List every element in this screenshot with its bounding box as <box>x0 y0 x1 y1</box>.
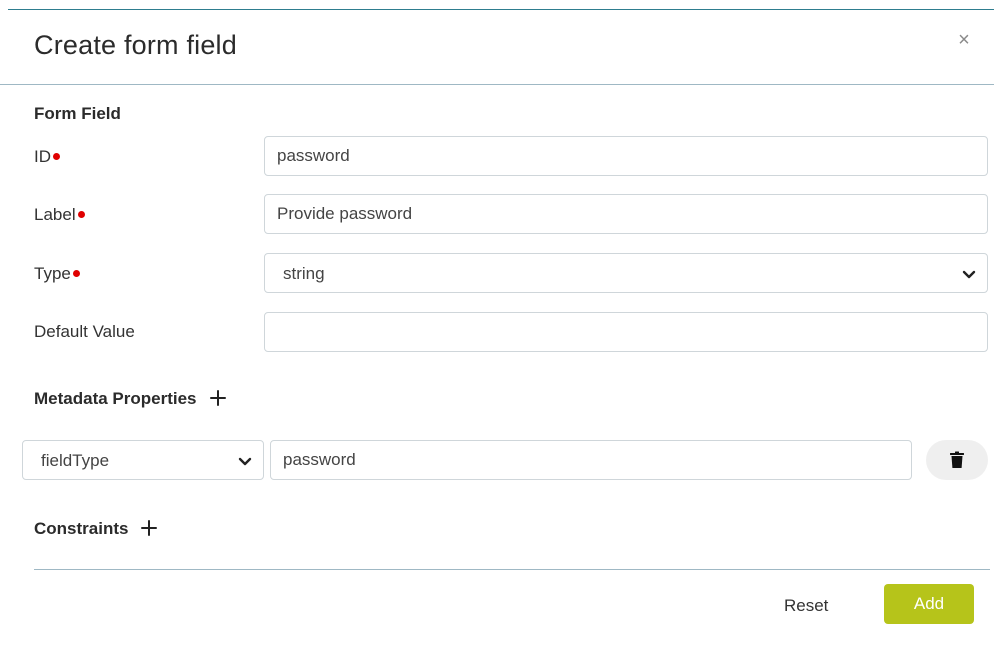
reset-button[interactable]: Reset <box>784 596 828 616</box>
footer-divider <box>34 569 990 570</box>
form-field-section-title: Form Field <box>34 104 121 123</box>
trash-icon <box>950 451 964 468</box>
label-input[interactable] <box>264 194 988 234</box>
id-label: ID <box>34 147 60 167</box>
create-form-field-dialog: Create form field × Form Field ID Label … <box>0 0 994 654</box>
type-select-value: string <box>283 264 325 283</box>
add-button[interactable]: Add <box>884 584 974 624</box>
dialog-header: Create form field × <box>0 10 994 85</box>
plus-icon[interactable] <box>209 389 227 407</box>
required-indicator <box>53 153 60 160</box>
metadata-key-select[interactable]: fieldType <box>22 440 264 480</box>
metadata-section-title: Metadata Properties <box>34 389 227 409</box>
chevron-down-icon <box>962 270 976 279</box>
chevron-down-icon <box>238 457 252 466</box>
id-input[interactable] <box>264 136 988 176</box>
metadata-value-input[interactable] <box>270 440 912 480</box>
plus-icon[interactable] <box>140 519 158 537</box>
constraints-section-label: Constraints <box>34 519 129 538</box>
default-value-label: Default Value <box>34 322 135 341</box>
metadata-key-value: fieldType <box>41 451 110 470</box>
metadata-section-label: Metadata Properties <box>34 389 197 408</box>
type-label: Type <box>34 264 80 284</box>
constraints-section-title: Constraints <box>34 519 158 539</box>
required-indicator <box>72 270 80 277</box>
id-label-text: ID <box>34 147 51 166</box>
type-label-text: Type <box>34 264 71 283</box>
dialog-title: Create form field <box>34 30 237 60</box>
delete-metadata-button[interactable] <box>926 440 988 480</box>
label-label-text: Label <box>34 205 76 224</box>
close-icon[interactable]: × <box>952 28 976 52</box>
label-label: Label <box>34 205 85 225</box>
required-indicator <box>77 211 85 218</box>
type-select[interactable]: string <box>264 253 988 293</box>
default-value-input[interactable] <box>264 312 988 352</box>
